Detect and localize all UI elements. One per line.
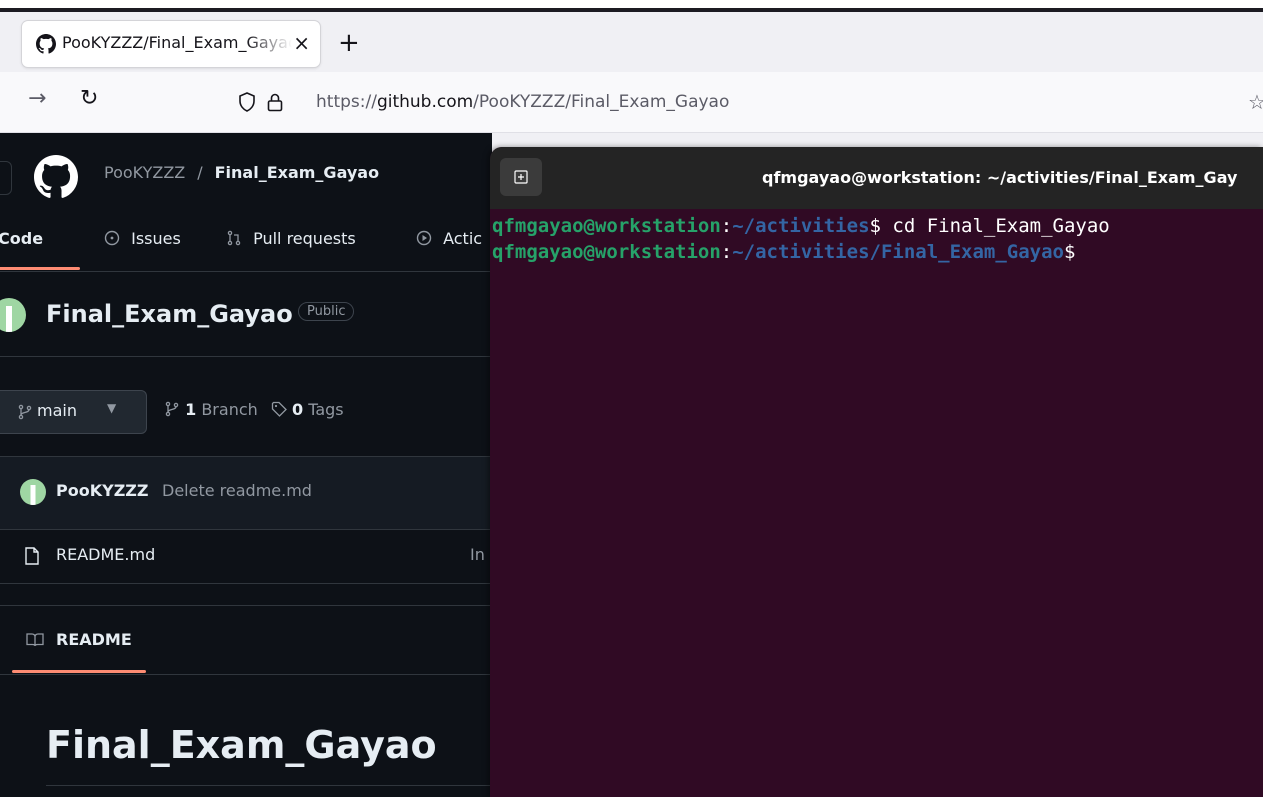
lock-icon[interactable] bbox=[266, 92, 284, 112]
new-tab-icon bbox=[514, 170, 528, 184]
prompt-colon: : bbox=[720, 215, 733, 237]
prompt-symbol: $ bbox=[1063, 241, 1076, 263]
readme-tab-underline bbox=[12, 670, 146, 673]
tab-code[interactable]: Code bbox=[0, 229, 43, 248]
readme-tab[interactable]: README bbox=[56, 630, 132, 649]
latest-commit-row: PooKYZZZ Delete readme.md bbox=[0, 456, 492, 530]
branch-selector[interactable]: main ▼ bbox=[0, 390, 147, 434]
new-tab-icon[interactable]: + bbox=[338, 29, 360, 57]
prompt-symbol: $ bbox=[869, 215, 881, 237]
prompt-user: qfmgayao@workstation bbox=[492, 215, 721, 237]
file-name[interactable]: README.md bbox=[56, 545, 155, 564]
branch-count: 1 bbox=[185, 400, 197, 419]
url-bar[interactable]: https://github.com/PooKYZZZ/Final_Exam_G… bbox=[230, 82, 1263, 122]
window-top-edge bbox=[0, 0, 1263, 12]
tab-pull-requests-label: Pull requests bbox=[253, 229, 356, 248]
url-text: https://github.com/PooKYZZZ/Final_Exam_G… bbox=[316, 92, 730, 112]
terminal-line: qfmgayao@workstation:~/activities/Final_… bbox=[492, 239, 1110, 265]
avatar[interactable] bbox=[0, 298, 26, 332]
prompt-path: ~/activities/Final_Exam_Gayao bbox=[732, 241, 1064, 263]
tag-label: Tags bbox=[308, 400, 344, 419]
issue-icon bbox=[104, 230, 120, 246]
commit-message[interactable]: Delete readme.md bbox=[162, 481, 312, 500]
branch-icon bbox=[165, 401, 179, 417]
menu-button[interactable] bbox=[0, 161, 12, 195]
terminal-titlebar[interactable]: qfmgayao@workstation: ~/activities/Final… bbox=[490, 147, 1263, 209]
breadcrumb-separator: / bbox=[197, 163, 203, 182]
prompt-command: cd Final_Exam_Gayao bbox=[880, 215, 1110, 237]
play-icon bbox=[416, 230, 432, 246]
close-tab-icon[interactable]: × bbox=[293, 31, 310, 55]
file-icon bbox=[25, 547, 39, 565]
book-icon bbox=[26, 633, 44, 647]
terminal-output[interactable]: qfmgayao@workstation:~/activities$ cd Fi… bbox=[492, 213, 1110, 265]
tab-actions[interactable]: Actic bbox=[416, 229, 482, 248]
browser-tab[interactable]: PooKYZZZ/Final_Exam_Gayao × bbox=[22, 21, 320, 67]
pull-request-icon bbox=[227, 230, 241, 246]
readme-tab-bar: README bbox=[0, 605, 492, 675]
file-row[interactable]: README.md In bbox=[0, 529, 492, 584]
heading-divider bbox=[46, 785, 492, 786]
chevron-down-icon: ▼ bbox=[107, 401, 117, 415]
active-tab-underline bbox=[0, 267, 80, 270]
tab-issues[interactable]: Issues bbox=[104, 229, 181, 248]
forward-icon[interactable]: → bbox=[28, 86, 46, 111]
github-page: PooKYZZZ / Final_Exam_Gayao Code Issues Pu… bbox=[0, 133, 492, 797]
prompt-colon: : bbox=[720, 241, 733, 263]
tab-strip: PooKYZZZ/Final_Exam_Gayao × + bbox=[0, 12, 1263, 72]
tag-count: 0 bbox=[291, 400, 304, 419]
commit-author[interactable]: PooKYZZZ bbox=[56, 481, 149, 500]
breadcrumb: PooKYZZZ / Final_Exam_Gayao bbox=[104, 163, 379, 182]
branch-icon bbox=[18, 404, 32, 420]
commit-avatar[interactable] bbox=[20, 479, 46, 505]
github-logo-icon[interactable] bbox=[34, 155, 78, 199]
terminal-window[interactable]: qfmgayao@workstation: ~/activities/Final… bbox=[490, 147, 1263, 797]
terminal-title: qfmgayao@workstation: ~/activities/Final… bbox=[762, 168, 1238, 187]
repo-header: Final_Exam_Gayao Public bbox=[0, 272, 492, 357]
visibility-badge: Public bbox=[298, 302, 355, 321]
prompt-path: ~/activities bbox=[732, 215, 870, 237]
new-terminal-tab-button[interactable] bbox=[500, 158, 542, 196]
tab-actions-label: Actic bbox=[443, 229, 483, 248]
prompt-user: qfmgayao@workstation bbox=[492, 241, 721, 263]
terminal-line: qfmgayao@workstation:~/activities$ cd Fi… bbox=[492, 213, 1110, 239]
file-commit-message[interactable]: In bbox=[470, 545, 485, 564]
tab-title: PooKYZZZ/Final_Exam_Gayao bbox=[62, 33, 292, 52]
branch-label: Branch bbox=[201, 400, 258, 419]
repo-name[interactable]: Final_Exam_Gayao bbox=[46, 300, 293, 328]
tab-pull-requests[interactable]: Pull requests bbox=[226, 229, 356, 248]
repo-nav-tabs: Code Issues Pull requests Actic bbox=[0, 217, 492, 272]
navigation-bar: → ↻ https://github.com/PooKYZZZ/Final_Ex… bbox=[0, 72, 1263, 133]
tab-issues-label: Issues bbox=[131, 229, 181, 248]
reload-icon[interactable]: ↻ bbox=[80, 86, 98, 111]
tab-code-label: Code bbox=[0, 229, 44, 248]
branch-tag-info: 1 Branch 0 Tags bbox=[164, 400, 344, 419]
breadcrumb-owner[interactable]: PooKYZZZ bbox=[104, 163, 185, 182]
shield-icon[interactable] bbox=[238, 92, 256, 112]
tag-icon bbox=[271, 401, 287, 417]
breadcrumb-repo[interactable]: Final_Exam_Gayao bbox=[215, 163, 379, 182]
readme-heading: Final_Exam_Gayao bbox=[46, 723, 437, 767]
bookmark-star-icon[interactable]: ☆ bbox=[1248, 90, 1263, 114]
branch-name: main bbox=[37, 401, 77, 420]
github-icon bbox=[36, 34, 56, 54]
tags-link[interactable]: 0 Tags bbox=[271, 400, 344, 419]
branches-link[interactable]: 1 Branch bbox=[164, 400, 263, 419]
